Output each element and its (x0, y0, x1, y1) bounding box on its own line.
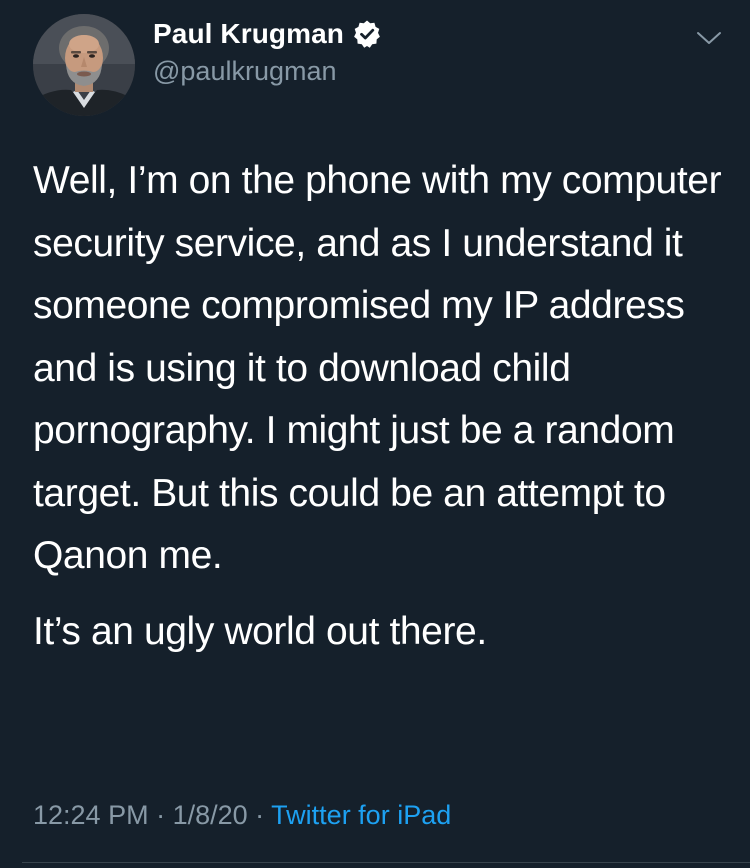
tweet-paragraph: Well, I’m on the phone with my computer … (33, 159, 722, 577)
tweet-text: Well, I’m on the phone with my computer … (33, 150, 723, 663)
avatar-image (33, 14, 135, 116)
tweet-paragraph: It’s an ugly world out there. (33, 609, 487, 653)
chevron-down-icon[interactable] (693, 22, 725, 54)
name-row: Paul Krugman (153, 14, 382, 54)
tweet-time[interactable]: 12:24 PM (33, 800, 149, 830)
meta-separator: · (247, 800, 272, 830)
display-name[interactable]: Paul Krugman (153, 18, 344, 50)
tweet: Paul Krugman @paulkrugman Well, I’m on t… (0, 0, 750, 868)
avatar[interactable] (33, 14, 135, 116)
tweet-metadata: 12:24 PM · 1/8/20 · Twitter for iPad (33, 800, 451, 831)
author-info[interactable]: Paul Krugman @paulkrugman (153, 14, 382, 87)
tweet-source-link[interactable]: Twitter for iPad (271, 800, 451, 830)
verified-badge-icon (352, 19, 382, 49)
divider (22, 862, 750, 863)
tweet-date[interactable]: 1/8/20 (173, 800, 248, 830)
handle[interactable]: @paulkrugman (153, 56, 382, 87)
meta-separator: · (148, 800, 173, 830)
